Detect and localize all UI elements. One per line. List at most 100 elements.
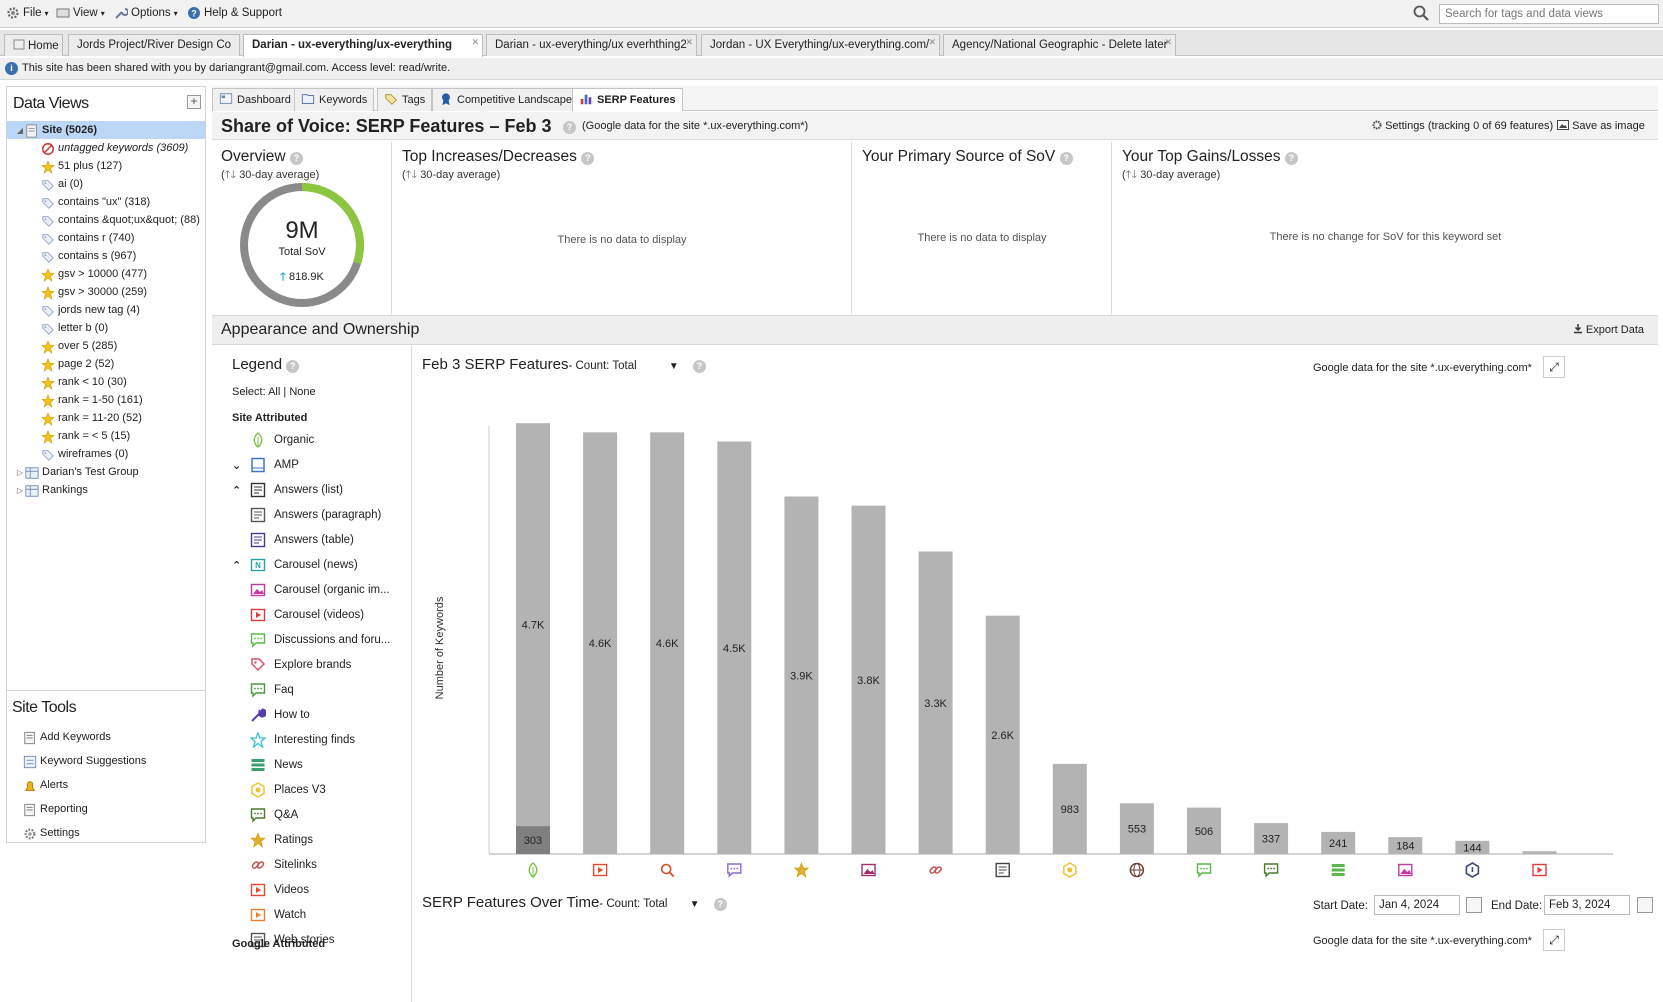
legend-item[interactable]: Sitelinks	[232, 855, 407, 875]
legend-item[interactable]: Watch	[232, 905, 407, 925]
view-tab[interactable]: Competitive Landscape	[432, 88, 579, 111]
legend-item[interactable]: ⌄ AMP	[232, 455, 407, 475]
tab-project[interactable]: Darian - ux-everything/ux-everything ✕	[243, 34, 483, 57]
file-menu[interactable]: File ▾	[6, 6, 49, 20]
tree-tag-item[interactable]: rank = < 5 (15)	[7, 427, 205, 445]
site-tool-item[interactable]: Reporting	[7, 797, 205, 821]
legend-item[interactable]: Interesting finds	[232, 730, 407, 750]
tree-tag-item[interactable]: contains &quot;ux&quot; (88)	[7, 211, 205, 229]
close-icon[interactable]: ✕	[1164, 37, 1172, 48]
export-data-button[interactable]: Export Data	[1573, 324, 1644, 336]
help-icon[interactable]: ?	[581, 152, 595, 165]
legend-item[interactable]: Videos	[232, 880, 407, 900]
end-date-input[interactable]: Feb 3, 2024	[1544, 895, 1630, 915]
tree-tag-item[interactable]: rank = 1-50 (161)	[7, 391, 205, 409]
count-dropdown[interactable]: ▼	[690, 899, 700, 910]
help-icon[interactable]: ?	[563, 121, 576, 134]
legend-item[interactable]: ⌃ Answers (list)	[232, 480, 407, 500]
close-icon[interactable]: ✕	[685, 37, 693, 48]
tab-project[interactable]: Agency/National Geographic - Delete late…	[943, 34, 1176, 56]
legend-item[interactable]: Answers (table)	[232, 530, 407, 550]
legend-item[interactable]: Places V3	[232, 780, 407, 800]
help-icon[interactable]: ?	[1284, 152, 1298, 165]
tree-tag-item[interactable]: jords new tag (4)	[7, 301, 205, 319]
legend-item[interactable]: How to	[232, 705, 407, 725]
bar[interactable]	[1522, 851, 1557, 854]
legend-item[interactable]: Q&A	[232, 805, 407, 825]
tab-home[interactable]: Home	[4, 34, 63, 56]
calendar-icon[interactable]	[1637, 897, 1653, 913]
legend-item[interactable]: ⌃ N Carousel (news)	[232, 555, 407, 575]
tab-project[interactable]: Darian - ux-everything/ux everhthing2 ✕	[486, 34, 697, 56]
expand-chart-button[interactable]: ⤢	[1543, 929, 1565, 951]
tree-group[interactable]: ▷ Darian's Test Group	[7, 463, 205, 481]
expand-icon[interactable]: ▷	[15, 468, 25, 477]
tree-tag-item[interactable]: rank < 10 (30)	[7, 373, 205, 391]
close-icon[interactable]: ✕	[928, 37, 936, 48]
site-tool-item[interactable]: Add Keywords	[7, 725, 205, 749]
tab-project[interactable]: Jordan - UX Everything/ux-everything.com…	[701, 34, 940, 56]
chevron-up-icon[interactable]: ⌃	[232, 484, 250, 497]
search-input[interactable]: Search for tags and data views	[1439, 4, 1659, 24]
legend-item[interactable]: Faq	[232, 680, 407, 700]
project-tab-bar: Home Jords Project/River Design Co Daria…	[0, 30, 1663, 57]
site-tool-item[interactable]: Settings	[7, 821, 205, 845]
help-menu[interactable]: ? Help & Support	[187, 6, 282, 20]
legend-item[interactable]: Discussions and foru...	[232, 630, 407, 650]
tree-tag-item[interactable]: gsv > 30000 (259)	[7, 283, 205, 301]
legend-item[interactable]: Carousel (videos)	[232, 605, 407, 625]
view-tab[interactable]: Keywords	[294, 88, 375, 111]
help-icon[interactable]: ?	[289, 152, 303, 165]
site-tool-item[interactable]: Alerts	[7, 773, 205, 797]
close-icon[interactable]: ✕	[471, 37, 479, 48]
legend-item[interactable]: Answers (paragraph)	[232, 505, 407, 525]
view-tab[interactable]: SERP Features	[572, 88, 683, 111]
ratings-icon	[250, 832, 266, 848]
tree-tag-item[interactable]: contains "ux" (318)	[7, 193, 205, 211]
tree-item-site[interactable]: ◢ Site (5026)	[7, 121, 205, 139]
tree-group[interactable]: ▷ Rankings	[7, 481, 205, 499]
select-none-link[interactable]: None	[289, 386, 315, 398]
up-down-arrows-icon: 🡑🡓	[224, 169, 237, 181]
tree-tag-item[interactable]: untagged keywords (3609)	[7, 139, 205, 157]
save-as-image-button[interactable]: Save as image	[1557, 120, 1645, 132]
tree-tag-item[interactable]: page 2 (52)	[7, 355, 205, 373]
tree-tag-item[interactable]: ai (0)	[7, 175, 205, 193]
bar[interactable]	[516, 423, 550, 854]
tab-project[interactable]: Jords Project/River Design Co	[68, 34, 240, 56]
chevron-up-icon[interactable]: ⌃	[232, 559, 250, 572]
tree-tag-item[interactable]: rank = 11-20 (52)	[7, 409, 205, 427]
legend-item[interactable]: Explore brands	[232, 655, 407, 675]
start-date-input[interactable]: Jan 4, 2024	[1374, 895, 1460, 915]
chevron-down-icon[interactable]: ⌄	[232, 459, 250, 472]
tree-tag-item[interactable]: contains s (967)	[7, 247, 205, 265]
tree-tag-item[interactable]: contains r (740)	[7, 229, 205, 247]
tree-tag-item[interactable]: letter b (0)	[7, 319, 205, 337]
view-tab[interactable]: Dashboard	[212, 88, 298, 111]
alerts-icon	[23, 779, 37, 792]
legend-item[interactable]: Organic	[232, 430, 407, 450]
options-menu[interactable]: Options ▾	[114, 6, 178, 20]
tree-item-label: over 5 (285)	[58, 340, 118, 352]
help-icon[interactable]: ?	[286, 360, 300, 373]
qa-icon	[1263, 863, 1279, 878]
help-icon[interactable]: ?	[713, 898, 727, 911]
search-icon[interactable]	[1412, 4, 1430, 22]
tree-tag-item[interactable]: over 5 (285)	[7, 337, 205, 355]
calendar-icon[interactable]	[1466, 897, 1482, 913]
tree-tag-item[interactable]: 51 plus (127)	[7, 157, 205, 175]
collapse-icon[interactable]: ◢	[15, 126, 25, 135]
tree-tag-item[interactable]: gsv > 10000 (477)	[7, 265, 205, 283]
legend-item[interactable]: Carousel (organic im...	[232, 580, 407, 600]
tree-tag-item[interactable]: wireframes (0)	[7, 445, 205, 463]
view-menu[interactable]: View ▾	[56, 6, 105, 20]
legend-item[interactable]: Ratings	[232, 830, 407, 850]
add-data-view-button[interactable]: +	[187, 95, 201, 109]
legend-item[interactable]: News	[232, 755, 407, 775]
expand-icon[interactable]: ▷	[15, 486, 25, 495]
help-icon[interactable]: ?	[1059, 152, 1073, 165]
view-tab[interactable]: Tags	[377, 88, 433, 111]
select-all-link[interactable]: All	[268, 386, 280, 398]
settings-link[interactable]: Settings (tracking 0 of 69 features)	[1372, 120, 1553, 132]
site-tool-item[interactable]: Keyword Suggestions	[7, 749, 205, 773]
